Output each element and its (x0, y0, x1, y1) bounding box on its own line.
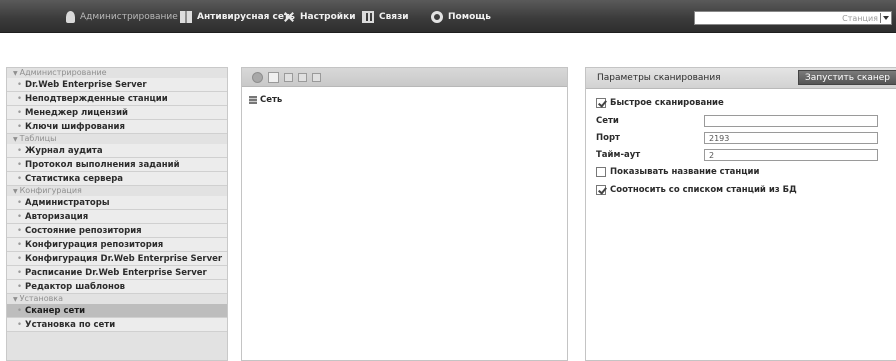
bullet-icon: • (17, 160, 23, 170)
scan-panel-header: Параметры сканирования Запустить сканер (586, 68, 896, 89)
sidebar-section-administration[interactable]: ▼ Администрирование (7, 68, 227, 78)
sidebar-item-enterprise-server[interactable]: • Dr.Web Enterprise Server (7, 78, 227, 92)
bullet-icon: • (17, 320, 23, 330)
show-station-name-option[interactable]: Показывать название станции (596, 167, 759, 177)
show-station-name-checkbox[interactable] (596, 167, 606, 177)
bullet-icon: • (17, 80, 23, 90)
sidebar-item-unapproved-stations[interactable]: • Неподтвержденные станции (7, 92, 227, 106)
run-scanner-button[interactable]: Запустить сканер (798, 70, 896, 85)
collapse-triangle-icon: ▼ (13, 136, 18, 143)
sidebar-item-administrators[interactable]: • Администраторы (7, 196, 227, 210)
help-icon (431, 10, 443, 23)
networks-label: Сети (596, 116, 619, 126)
bullet-icon: • (17, 226, 23, 236)
sidebar-item-repository-config[interactable]: • Конфигурация репозитория (7, 238, 227, 252)
network-tree-panel: Сеть (241, 67, 568, 361)
sidebar-section-tables[interactable]: ▼ Таблицы (7, 134, 227, 144)
sidebar-item-encryption-keys[interactable]: • Ключи шифрования (7, 120, 227, 134)
menu-help-label: Помощь (448, 11, 491, 22)
sidebar-item-audit-log[interactable]: • Журнал аудита (7, 144, 227, 158)
expand-icon[interactable] (284, 72, 293, 82)
search-scope-select[interactable]: Станция (842, 12, 891, 24)
show-station-name-label: Показывать название станции (610, 167, 760, 177)
search-box[interactable]: Станция (694, 11, 892, 25)
settings-icon (283, 11, 295, 23)
menu-links-label: Связи (379, 11, 409, 22)
bullet-icon: • (17, 306, 23, 316)
search-scope-divider (880, 13, 881, 23)
networks-input[interactable] (704, 115, 878, 127)
chevron-down-icon[interactable] (883, 16, 889, 20)
menu-administration[interactable]: Администрирование (66, 0, 178, 33)
sidebar-item-license-manager[interactable]: • Менеджер лицензий (7, 106, 227, 120)
menu-links[interactable]: Связи (362, 0, 409, 33)
menu-administration-label: Администрирование (80, 11, 178, 22)
bullet-icon: • (17, 198, 23, 208)
sidebar-item-task-log[interactable]: • Протокол выполнения заданий (7, 158, 227, 172)
menu-antivirus-network-label: Антивирусная сеть (197, 11, 295, 22)
port-label: Порт (596, 133, 620, 143)
bullet-icon: • (17, 254, 23, 264)
search-scope-label: Станция (842, 13, 878, 23)
network-icon (180, 10, 192, 23)
scan-panel-title: Параметры сканирования (597, 73, 721, 83)
timeout-input[interactable] (704, 149, 878, 161)
network-icon (249, 96, 257, 104)
sidebar-item-server-config[interactable]: • Конфигурация Dr.Web Enterprise Server (7, 252, 227, 266)
refresh-icon[interactable] (312, 72, 321, 82)
bullet-icon: • (17, 108, 23, 118)
bullet-icon: • (17, 212, 23, 222)
menu-settings[interactable]: Настройки (283, 0, 356, 33)
menu-antivirus-network[interactable]: Антивирусная сеть (180, 0, 295, 33)
fast-scan-option[interactable]: Быстрое сканирование (596, 98, 724, 108)
tree-root-network[interactable]: Сеть (242, 87, 567, 105)
menu-help[interactable]: Помощь (431, 0, 491, 33)
bullet-icon: • (17, 240, 23, 250)
sidebar: ▼ Администрирование • Dr.Web Enterprise Se… (6, 67, 228, 361)
document-icon[interactable] (268, 71, 279, 83)
bullet-icon: • (17, 174, 23, 184)
sidebar-section-installation[interactable]: ▼ Установка (7, 294, 227, 304)
bullet-icon: • (17, 122, 23, 132)
sidebar-item-server-statistics[interactable]: • Статистика сервера (7, 172, 227, 186)
match-db-label: Соотносить со списком станций из БД (610, 185, 797, 195)
fast-scan-label: Быстрое сканирование (610, 98, 724, 108)
collapse-triangle-icon: ▼ (13, 296, 18, 303)
timeout-label: Тайм-аут (596, 150, 641, 160)
sidebar-item-network-install[interactable]: • Установка по сети (7, 318, 227, 332)
match-db-option[interactable]: Соотносить со списком станций из БД (596, 185, 797, 195)
tree-root-label: Сеть (260, 95, 283, 105)
collapse-triangle-icon: ▼ (13, 188, 18, 195)
sidebar-section-configuration[interactable]: ▼ Конфигурация (7, 186, 227, 196)
collapse-triangle-icon: ▼ (13, 70, 18, 77)
bullet-icon: • (17, 146, 23, 156)
fast-scan-checkbox[interactable] (596, 98, 606, 108)
bullet-icon: • (17, 282, 23, 292)
admin-icon (66, 10, 75, 23)
bullet-icon: • (17, 94, 23, 104)
sidebar-item-template-editor[interactable]: • Редактор шаблонов (7, 280, 227, 294)
tree-toolbar (242, 68, 567, 87)
scan-parameters-panel: Параметры сканирования Запустить сканер … (585, 67, 896, 361)
sidebar-item-network-scanner[interactable]: • Сканер сети (7, 304, 227, 318)
bullet-icon: • (17, 268, 23, 278)
match-db-checkbox[interactable] (596, 185, 606, 195)
sidebar-item-repository-state[interactable]: • Состояние репозитория (7, 224, 227, 238)
port-input[interactable] (704, 132, 878, 144)
menu-settings-label: Настройки (300, 11, 356, 22)
sidebar-item-authorization[interactable]: • Авторизация (7, 210, 227, 224)
top-menu-bar: Администрирование Антивирусная сеть Наст… (0, 0, 896, 33)
collapse-icon[interactable] (298, 72, 307, 82)
links-icon (362, 10, 374, 23)
globe-icon[interactable] (252, 71, 263, 83)
sidebar-item-server-schedule[interactable]: • Расписание Dr.Web Enterprise Server (7, 266, 227, 280)
